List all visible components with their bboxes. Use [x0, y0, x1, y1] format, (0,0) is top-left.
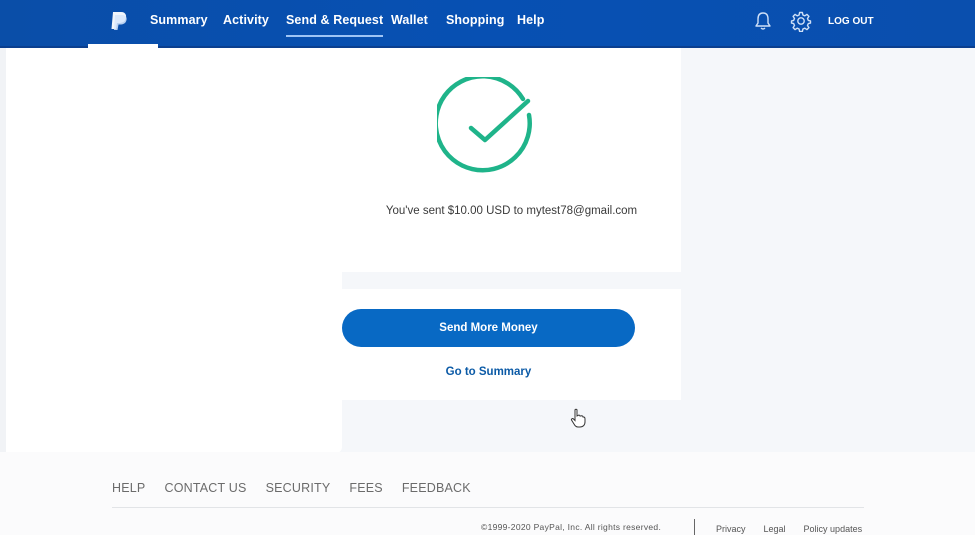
left-panel-tab — [88, 44, 158, 48]
copyright-text: ©1999-2020 PayPal, Inc. All rights reser… — [481, 522, 662, 532]
legal-link-legal[interactable]: Legal — [764, 524, 786, 534]
hand-cursor-icon — [570, 408, 586, 428]
nav-wallet[interactable]: Wallet — [391, 13, 428, 27]
nav-help[interactable]: Help — [517, 13, 545, 27]
logout-button[interactable]: LOG OUT — [828, 16, 874, 27]
left-panel — [6, 48, 342, 453]
legal-links: Privacy Legal Policy updates — [716, 524, 862, 534]
footer-link-contact-us[interactable]: CONTACT US — [164, 481, 246, 495]
legal-link-privacy[interactable]: Privacy — [716, 524, 746, 534]
footer-separator — [694, 519, 695, 535]
go-to-summary-link[interactable]: Go to Summary — [342, 366, 635, 378]
bell-icon[interactable] — [752, 10, 774, 32]
footer-link-help[interactable]: HELP — [112, 481, 145, 495]
footer-link-feedback[interactable]: FEEDBACK — [402, 481, 471, 495]
legal-link-policy-updates[interactable]: Policy updates — [804, 524, 863, 534]
top-navigation-bar: Summary Activity Send & Request Wallet S… — [0, 0, 975, 48]
confirmation-message: You've sent $10.00 USD to mytest78@gmail… — [385, 205, 638, 217]
send-more-money-button[interactable]: Send More Money — [342, 309, 635, 347]
gear-icon[interactable] — [790, 10, 812, 32]
nav-summary[interactable]: Summary — [150, 13, 208, 27]
nav-activity[interactable]: Activity — [223, 13, 269, 27]
nav-send-request[interactable]: Send & Request — [286, 13, 384, 37]
footer-divider — [112, 507, 864, 508]
paypal-logo-icon[interactable] — [108, 10, 130, 32]
footer-link-fees[interactable]: FEES — [349, 481, 382, 495]
nav-shopping[interactable]: Shopping — [446, 13, 504, 27]
footer-link-security[interactable]: SECURITY — [266, 481, 331, 495]
footer-links: HELP CONTACT US SECURITY FEES FEEDBACK — [112, 481, 471, 495]
check-circle-icon — [437, 77, 532, 173]
